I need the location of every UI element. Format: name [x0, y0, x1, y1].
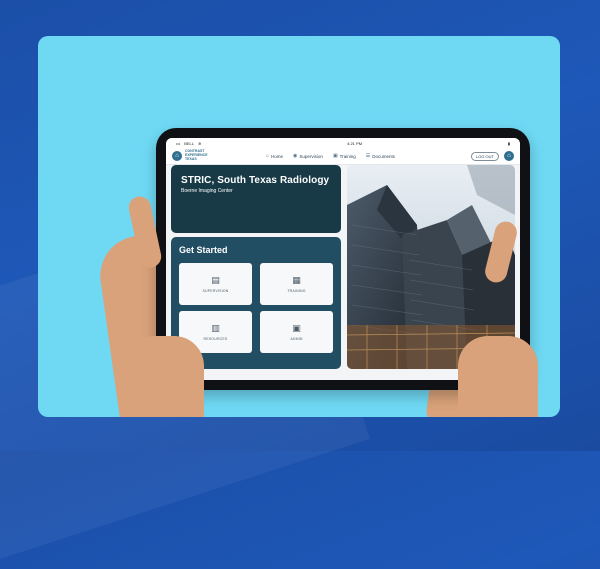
- nav-home-label: Home: [271, 153, 284, 159]
- tile-resources-label: RESOURCES: [203, 337, 228, 341]
- tile-admin-label: ADMIN: [290, 337, 303, 341]
- brand-logo-icon: ⌂: [172, 150, 182, 161]
- user-avatar[interactable]: ⌂: [504, 151, 514, 161]
- nav-supervision-label: Supervision: [299, 153, 323, 159]
- facility-location: Boerne Imaging Center: [181, 188, 233, 194]
- home-icon: ⌂: [266, 153, 270, 159]
- nav-documents-label: Documents: [372, 153, 396, 159]
- facility-name: STRIC, South Texas Radiology: [181, 175, 330, 186]
- training-icon: ▣: [332, 153, 338, 159]
- nav-supervision[interactable]: ◉ Supervision: [293, 153, 323, 159]
- logout-button[interactable]: LOG OUT: [470, 151, 499, 161]
- supervision-icon: ▤: [211, 275, 220, 285]
- resources-icon: ▥: [211, 323, 220, 333]
- carrier-label: BELL: [184, 140, 194, 146]
- get-started-tiles: ▤ SUPERVISION ▦ TRAINING ▥ RESOURCES ▣ A…: [179, 263, 333, 353]
- training-icon: ▦: [292, 275, 301, 285]
- admin-icon: ▣: [292, 323, 301, 333]
- nav-training-label: Training: [339, 153, 356, 159]
- right-wrist: [458, 336, 538, 417]
- tile-admin[interactable]: ▣ ADMIN: [260, 311, 333, 353]
- signal-icon: •••: [176, 140, 181, 146]
- clock: 4:21 PM: [347, 140, 363, 146]
- nav-documents[interactable]: ☰ Documents: [366, 153, 395, 159]
- tile-supervision-label: SUPERVISION: [202, 289, 229, 293]
- get-started-title: Get Started: [179, 245, 228, 255]
- device-status-bar: ••• BELL ≋ 4:21 PM ▮: [166, 138, 520, 148]
- brand-logo-text: CONTRAST EXPERIENCE TEXAS: [185, 149, 208, 161]
- battery-icon: ▮: [507, 140, 510, 146]
- app-navbar: ⌂ CONTRAST EXPERIENCE TEXAS ⌂ Home ◉ Sup…: [166, 148, 520, 165]
- tile-supervision[interactable]: ▤ SUPERVISION: [179, 263, 252, 305]
- wifi-icon: ≋: [198, 140, 202, 146]
- tile-training[interactable]: ▦ TRAINING: [260, 263, 333, 305]
- eye-icon: ◉: [293, 153, 298, 159]
- main-content: STRIC, South Texas Radiology Boerne Imag…: [171, 165, 515, 375]
- nav-home[interactable]: ⌂ Home: [266, 153, 283, 159]
- nav-links: ⌂ Home ◉ Supervision ▣ Training ☰ Docume…: [266, 153, 395, 159]
- left-wrist: [124, 336, 204, 417]
- hero-card: ••• BELL ≋ 4:21 PM ▮ ⌂ CONTRAST EXPERIEN…: [38, 36, 560, 417]
- brand-logo[interactable]: ⌂ CONTRAST EXPERIENCE TEXAS: [172, 149, 242, 161]
- facility-banner: STRIC, South Texas Radiology Boerne Imag…: [171, 165, 341, 233]
- tile-training-label: TRAINING: [287, 289, 306, 293]
- documents-icon: ☰: [365, 153, 371, 159]
- nav-training[interactable]: ▣ Training: [333, 153, 356, 159]
